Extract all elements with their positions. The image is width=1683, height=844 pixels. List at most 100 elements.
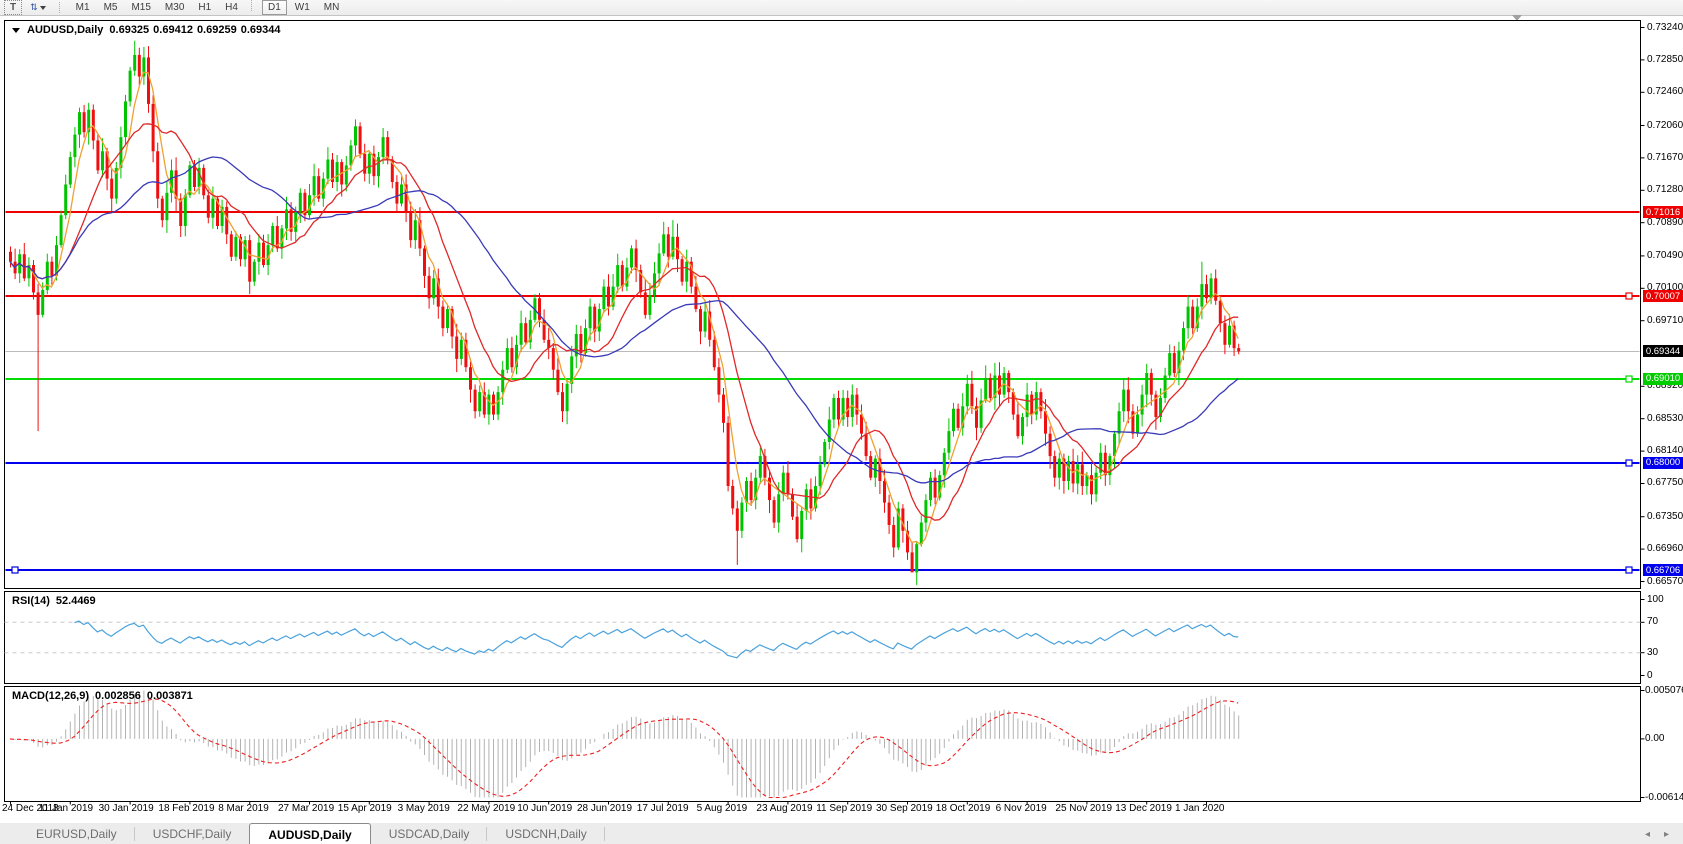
candle-body <box>970 384 973 406</box>
date-axis-label: 13 Dec 2019 <box>1115 803 1172 814</box>
candle-body <box>382 137 385 157</box>
candle-body <box>501 370 504 392</box>
candle-body <box>1039 392 1042 411</box>
tab-audusd[interactable]: AUDUSD,Daily <box>249 823 370 844</box>
candle-body <box>957 409 960 428</box>
support-line-blue-2-handle[interactable] <box>1626 567 1632 573</box>
support-line-blue-1-handle[interactable] <box>1626 460 1632 466</box>
candle-body <box>846 398 849 417</box>
candle-body <box>800 511 803 539</box>
candle-body <box>152 104 155 151</box>
candle-body <box>336 162 339 182</box>
candle-body <box>786 473 789 495</box>
candle-body <box>717 367 720 394</box>
support-badge-blue-2: 0.66706 <box>1643 564 1683 576</box>
candle-body <box>865 434 868 456</box>
candle-body <box>750 481 753 500</box>
tabbar-spacer <box>0 823 18 844</box>
candle-body <box>1095 473 1098 495</box>
candle-body <box>211 199 214 218</box>
chart-ohlc-header: AUDUSD,Daily 0.69325 0.69412 0.69259 0.6… <box>12 24 280 36</box>
candle-body <box>888 503 891 525</box>
price-axis-label: 0.66570 <box>1647 576 1683 587</box>
price-axis-label: 0.67750 <box>1647 477 1683 488</box>
tab-scroll-left-icon[interactable]: ◂ <box>1645 829 1650 840</box>
candle-body <box>630 248 633 267</box>
candle-body <box>607 287 610 307</box>
candle-body <box>257 243 260 262</box>
candle-body <box>165 193 168 220</box>
candle-body <box>621 265 624 287</box>
candle-body <box>395 182 398 204</box>
candle-body <box>855 395 858 415</box>
candle-body <box>96 140 99 170</box>
candle-body <box>694 287 697 309</box>
candle-body <box>83 112 86 132</box>
candle-body <box>179 199 182 226</box>
tab-usdcad[interactable]: USDCAD,Daily <box>371 823 488 844</box>
candle-body <box>37 292 40 314</box>
price-axis-label: 0.70890 <box>1647 217 1683 228</box>
candle-body <box>662 234 665 253</box>
price-axis-label: 0.68140 <box>1647 445 1683 456</box>
tab-usdchf[interactable]: USDCHF,Daily <box>135 823 250 844</box>
tab-divider <box>604 827 605 841</box>
candle-body <box>50 262 53 276</box>
date-axis-label: 17 Jul 2019 <box>637 803 689 814</box>
date-axis-label: 18 Feb 2019 <box>158 803 214 814</box>
support-badge-blue-1: 0.68000 <box>1643 457 1683 469</box>
date-axis-label: 25 Nov 2019 <box>1055 803 1112 814</box>
macd-axis-label: 0.00 <box>1645 733 1664 744</box>
candle-body <box>345 165 348 184</box>
date-axis-label: 11 Jan 2019 <box>39 803 93 814</box>
candle-body <box>823 442 826 464</box>
resistance-line-2-handle[interactable] <box>1626 293 1632 299</box>
candle-body <box>510 348 513 367</box>
candle-body <box>184 195 187 226</box>
candle-body <box>966 384 969 406</box>
tab-scroll-right-icon[interactable]: ▸ <box>1664 829 1669 840</box>
chart-canvas[interactable] <box>0 0 1683 844</box>
main-chart-panel[interactable] <box>5 21 1641 589</box>
date-axis-label: 10 Jun 2019 <box>517 803 572 814</box>
tab-eurusd[interactable]: EURUSD,Daily <box>18 823 135 844</box>
candle-body <box>1173 353 1176 373</box>
rsi-panel[interactable] <box>5 592 1641 684</box>
rsi-axis-label: 30 <box>1647 647 1658 658</box>
candle-body <box>230 234 233 256</box>
candle-body <box>248 240 251 282</box>
symbol-dropdown-icon[interactable] <box>12 28 20 33</box>
support-line-green-handle[interactable] <box>1626 376 1632 382</box>
candle-body <box>1145 373 1148 395</box>
price-axis-label: 0.68530 <box>1647 413 1683 424</box>
candle-body <box>593 307 596 332</box>
tab-usdcnh[interactable]: USDCNH,Daily <box>487 823 604 844</box>
ohlc-close: 0.69344 <box>241 24 281 36</box>
candle-body <box>883 481 886 503</box>
candle-body <box>934 478 937 498</box>
candle-body <box>947 431 950 453</box>
candle-body <box>759 456 762 478</box>
candle-body <box>60 215 63 245</box>
candle-body <box>998 376 1001 395</box>
candle-body <box>1219 301 1222 323</box>
candle-body <box>469 367 472 389</box>
macd-label: MACD(12,26,9) <box>12 690 89 702</box>
price-axis-label: 0.72060 <box>1647 120 1683 131</box>
candle-body <box>809 489 812 508</box>
macd-axis-label: 0.005076 <box>1645 685 1683 696</box>
rsi-panel-title: RSI(14) 52.4469 <box>12 595 96 607</box>
date-axis-label: 30 Jan 2019 <box>99 803 154 814</box>
candle-body <box>73 135 76 157</box>
date-axis-label: 23 Aug 2019 <box>756 803 812 814</box>
candle-body <box>1191 307 1194 329</box>
candle-body <box>386 137 389 159</box>
price-axis-label: 0.72850 <box>1647 54 1683 65</box>
price-axis-label: 0.66960 <box>1647 543 1683 554</box>
candle-body <box>363 154 366 174</box>
candle-body <box>368 154 371 174</box>
candle-body <box>777 494 780 522</box>
support-line-blue-2-left-handle[interactable] <box>12 567 18 573</box>
candle-body <box>1182 328 1185 350</box>
candle-body <box>1049 434 1052 456</box>
